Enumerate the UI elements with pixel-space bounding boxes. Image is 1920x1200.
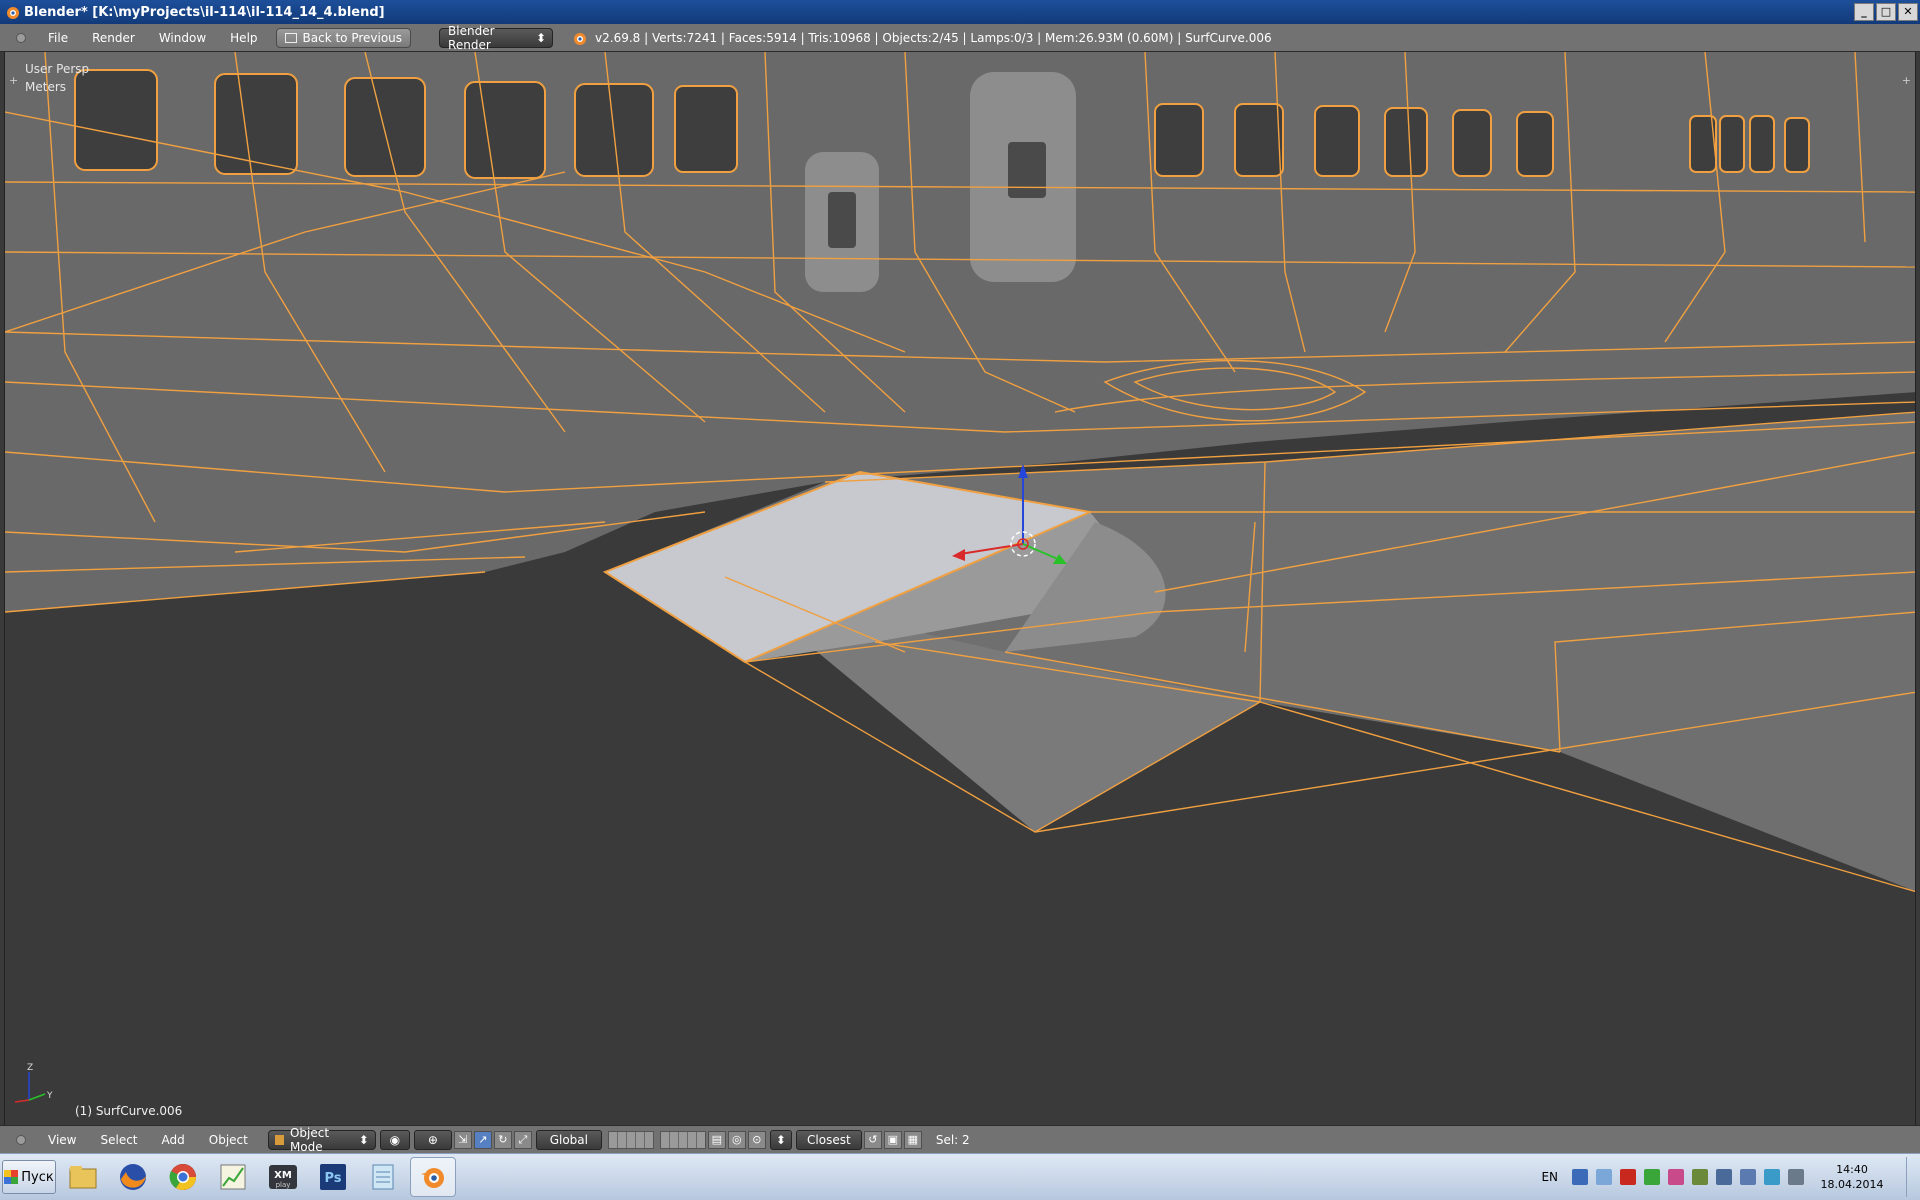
window-title: Blender* [K:\myProjects\il-114\il-114_14… [24, 4, 385, 20]
menu-window[interactable]: Window [147, 31, 218, 45]
editor-type-button[interactable] [16, 1134, 26, 1145]
render-anim-icon[interactable]: ▦ [903, 1130, 922, 1149]
updown-arrows-icon: ⬍ [535, 30, 547, 45]
xmplay-icon[interactable]: XM play [260, 1157, 306, 1197]
editor-type-button[interactable] [16, 32, 26, 43]
chart-app-icon[interactable] [210, 1157, 256, 1197]
svg-text:XM: XM [274, 1170, 292, 1181]
scene-stats: v2.69.8 | Verts:7241 | Faces:5914 | Tris… [571, 30, 1272, 46]
show-desktop-button[interactable] [1906, 1157, 1920, 1197]
security-icon[interactable] [1644, 1169, 1660, 1185]
blender-logo-icon [574, 32, 587, 45]
transform-orientation-select[interactable]: Global [535, 1129, 602, 1150]
bluetooth-icon[interactable] [1740, 1169, 1756, 1185]
snap-toggle-icon[interactable]: ⊙ [747, 1130, 766, 1149]
manipulator-toggle-icon[interactable]: ⇲ [453, 1130, 472, 1149]
lock-layers-icon[interactable]: ▤ [707, 1130, 726, 1149]
volume-icon[interactable] [1716, 1169, 1732, 1185]
svg-text:play: play [276, 1181, 291, 1189]
active-object-label: (1) SurfCurve.006 [75, 1104, 183, 1118]
axis-y-label: Y [46, 1091, 53, 1101]
usb-icon[interactable] [1596, 1169, 1612, 1185]
explorer-icon[interactable] [60, 1157, 106, 1197]
clock-time: 14:40 [1836, 1163, 1868, 1176]
system-tray: EN 14:40 18.04.2014 [1541, 1157, 1920, 1197]
start-button[interactable]: Пуск [2, 1160, 56, 1194]
updown-arrows-icon: ⬍ [358, 1132, 369, 1147]
snap-element-select[interactable]: ⬍ [769, 1129, 792, 1150]
network-drive-icon[interactable] [1572, 1169, 1588, 1185]
axis-widget: Z Y [14, 1063, 53, 1103]
menu-object[interactable]: Object [197, 1133, 260, 1147]
clock-date: 18.04.2014 [1820, 1178, 1884, 1191]
object-cube-icon [274, 1134, 284, 1145]
window-titlebar: Blender* [K:\myProjects\il-114\il-114_14… [0, 0, 1920, 24]
scene-stats-text: v2.69.8 | Verts:7241 | Faces:5914 | Tris… [595, 30, 1272, 45]
viewport-tools-plus-icon[interactable]: + [1902, 74, 1911, 87]
info-header: File Render Window Help Back to Previous… [0, 24, 1920, 52]
network-signal-icon[interactable] [1788, 1169, 1804, 1185]
acrobat-icon[interactable] [1620, 1169, 1636, 1185]
snap-target-select[interactable]: Closest [795, 1129, 862, 1150]
3d-viewport[interactable]: Z Y + + User Persp Meters (1) SurfCurve.… [4, 52, 1916, 1125]
windows-taskbar: Пуск XM play Ps EN 14:40 18.04.2014 [0, 1153, 1920, 1200]
menu-file[interactable]: File [36, 31, 80, 45]
pivot-icon: ⊕ [427, 1132, 438, 1147]
proportional-edit-icon[interactable]: ◎ [727, 1130, 746, 1149]
pivot-point-select[interactable]: ⊕ [413, 1129, 452, 1150]
units-label: Meters [25, 80, 67, 94]
mode-label: Object Mode [289, 1125, 330, 1154]
menu-help[interactable]: Help [218, 31, 269, 45]
orientation-label: Global [549, 1132, 588, 1147]
menu-view[interactable]: View [36, 1133, 88, 1147]
chrome-icon[interactable] [160, 1157, 206, 1197]
firefox-icon[interactable] [110, 1157, 156, 1197]
app-tray-icon[interactable] [1668, 1169, 1684, 1185]
view3d-header: View Select Add Object Object Mode ⬍ ◉ ⊕ … [0, 1125, 1920, 1154]
snap-element-icon: ⬍ [775, 1132, 786, 1147]
status-icon[interactable] [1764, 1169, 1780, 1185]
layers-grid-b[interactable] [659, 1130, 706, 1149]
viewport-shading-select[interactable]: ◉ [379, 1129, 410, 1150]
menu-select[interactable]: Select [88, 1133, 149, 1147]
language-indicator[interactable]: EN [1541, 1170, 1558, 1184]
shading-sphere-icon: ◉ [389, 1132, 401, 1147]
windows-flag-icon[interactable] [1692, 1169, 1708, 1185]
svg-text:Ps: Ps [324, 1171, 341, 1186]
translate-manipulator-icon[interactable]: ↗ [473, 1130, 492, 1149]
scale-manipulator-icon[interactable]: ⤢ [513, 1130, 532, 1149]
screen-icon [284, 32, 297, 43]
back-to-previous-button[interactable]: Back to Previous [275, 27, 412, 48]
layers-grid-a[interactable] [607, 1130, 654, 1149]
minimize-button[interactable]: _ [1854, 3, 1874, 21]
align-rotation-icon[interactable]: ↺ [863, 1130, 882, 1149]
viewport-scene[interactable]: Z Y [5, 52, 1916, 1125]
menu-render[interactable]: Render [80, 31, 147, 45]
back-to-previous-label: Back to Previous [302, 30, 403, 45]
viewport-region-plus-icon[interactable]: + [9, 74, 18, 87]
blender-app-icon [7, 7, 19, 19]
render-engine-label: Blender Render [448, 23, 495, 52]
render-engine-select[interactable]: Blender Render ⬍ [439, 24, 554, 52]
photoshop-icon[interactable]: Ps [310, 1157, 356, 1197]
blender-icon[interactable] [410, 1157, 456, 1197]
render-opengl-icon[interactable]: ▣ [883, 1130, 902, 1149]
windows-logo-icon [4, 1170, 19, 1184]
mode-select[interactable]: Object Mode ⬍ [267, 1126, 376, 1154]
clock[interactable]: 14:40 18.04.2014 [1812, 1162, 1892, 1192]
snap-target-label: Closest [807, 1132, 851, 1147]
view-name-label: User Persp [25, 62, 90, 76]
close-button[interactable]: ✕ [1898, 3, 1918, 21]
maximize-button[interactable]: □ [1876, 3, 1896, 21]
menu-add[interactable]: Add [150, 1133, 197, 1147]
notepad-icon[interactable] [360, 1157, 406, 1197]
selection-count: Sel: 2 [935, 1132, 970, 1147]
rotate-manipulator-icon[interactable]: ↻ [493, 1130, 512, 1149]
start-label: Пуск [21, 1169, 54, 1185]
axis-z-label: Z [27, 1063, 33, 1073]
